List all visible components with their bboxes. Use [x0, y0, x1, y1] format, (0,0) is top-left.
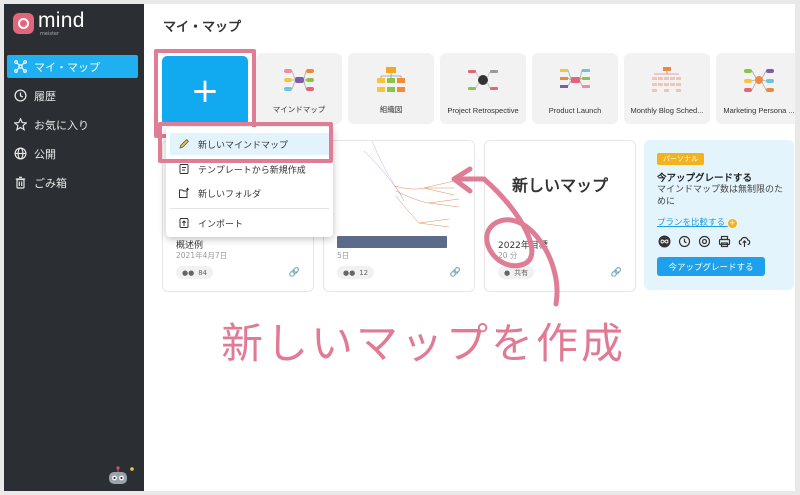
compare-plans-link[interactable]: プランを比較する +: [657, 216, 737, 228]
sidebar-item-label: マイ・マップ: [34, 60, 100, 74]
sidebar: mind meister マイ・マップ 履歴 お気に入り 公開 ごみ箱: [4, 4, 144, 491]
template-mindmap[interactable]: マインドマップ: [256, 53, 342, 124]
annotation-arrow-icon: [451, 166, 560, 307]
link-icon[interactable]: 🔗: [289, 268, 300, 278]
menu-item-label: 新しいフォルダ: [198, 189, 262, 200]
globe-icon: [13, 147, 27, 161]
clock-icon: [13, 89, 27, 103]
menu-item-new-folder[interactable]: 新しいフォルダ: [170, 182, 329, 204]
template-product-launch[interactable]: Product Launch: [532, 53, 618, 124]
template-label: Product Launch: [548, 106, 602, 115]
annotation-caption: 新しいマップを作成: [221, 319, 627, 368]
sidebar-item-history[interactable]: 履歴: [7, 84, 138, 107]
import-icon: [178, 217, 190, 229]
infinity-icon: [657, 234, 671, 248]
highlight-new-mindmap-item: [158, 122, 333, 163]
collaborators-badge: ●● 84: [176, 266, 214, 279]
sidebar-item-favorites[interactable]: お気に入り: [7, 113, 138, 136]
sidebar-item-label: ごみ箱: [34, 176, 67, 190]
collaborators-badge: ●● 12: [337, 266, 375, 279]
product-launch-icon: [560, 69, 590, 88]
marketing-persona-icon: [744, 69, 774, 92]
feature-icons: [657, 234, 751, 248]
mindmap-icon: [13, 60, 27, 74]
template-icon: [178, 163, 190, 175]
template-marketing-persona[interactable]: Marketing Persona ...: [716, 53, 795, 124]
sidebar-item-trash[interactable]: ごみ箱: [7, 171, 138, 194]
upgrade-button[interactable]: 今アップグレードする: [657, 257, 765, 276]
folder-plus-icon: [178, 187, 190, 199]
org-chart-icon: [377, 67, 405, 92]
plus-circle-icon: +: [727, 219, 737, 228]
sidebar-nav: マイ・マップ 履歴 お気に入り 公開 ごみ箱: [4, 55, 144, 200]
robot-mascot-icon[interactable]: [105, 466, 134, 484]
menu-item-import[interactable]: インポート: [170, 212, 329, 234]
sidebar-item-my-maps[interactable]: マイ・マップ: [7, 55, 138, 78]
brand-name: mind: [38, 9, 85, 32]
people-icon: ●●: [182, 268, 195, 277]
support-icon: [697, 234, 711, 248]
link-icon[interactable]: 🔗: [611, 268, 622, 278]
map-date: 5日: [337, 251, 350, 260]
badge-count: 12: [359, 268, 369, 277]
star-icon: [13, 118, 27, 132]
plan-badge: パーソナル: [657, 153, 704, 165]
page-title: マイ・マップ: [163, 20, 242, 35]
template-monthly-blog-schedule[interactable]: Monthly Blog Sched...: [624, 53, 710, 124]
sidebar-item-label: 公開: [34, 147, 56, 161]
template-project-retrospective[interactable]: Project Retrospective: [440, 53, 526, 124]
template-label: Project Retrospective: [447, 106, 519, 115]
template-label: Marketing Persona ...: [723, 106, 795, 115]
map-title-redacted: [337, 236, 447, 248]
compare-plans-label: プランを比較する: [657, 218, 726, 228]
mindmap-template-icon: [284, 69, 314, 91]
map-date: 2021年4月7日: [176, 251, 228, 260]
mindmeister-logo-icon: [13, 13, 34, 34]
menu-item-label: テンプレートから新規作成: [198, 165, 306, 176]
template-label: 組織図: [379, 105, 403, 114]
menu-divider: [170, 208, 329, 209]
history-icon: [677, 234, 691, 248]
menu-item-label: インポート: [198, 219, 244, 230]
upgrade-promo-card: パーソナル 今アップグレードする マインドマップ数は無制限のために プランを比較…: [644, 140, 794, 290]
main-content: マイ・マップ + マインドマップ 組織図 Project Retrospecti…: [144, 4, 795, 491]
template-label: マインドマップ: [272, 105, 326, 114]
template-label: Monthly Blog Sched...: [630, 106, 704, 115]
template-org-chart[interactable]: 組織図: [348, 53, 434, 124]
sidebar-item-public[interactable]: 公開: [7, 142, 138, 165]
sidebar-item-label: 履歴: [34, 89, 56, 103]
print-icon: [717, 234, 731, 248]
people-icon: ●●: [343, 268, 356, 277]
brand-sub: meister: [40, 31, 60, 37]
sidebar-item-label: お気に入り: [34, 118, 89, 132]
trash-icon: [13, 176, 27, 190]
badge-count: 84: [198, 268, 208, 277]
app-window: mind meister マイ・マップ 履歴 お気に入り 公開 ごみ箱 マイ・マ…: [4, 4, 795, 491]
promo-title: 今アップグレードする: [657, 173, 753, 184]
retrospective-icon: [468, 70, 498, 90]
cloud-upload-icon: [737, 234, 751, 248]
promo-description: マインドマップ数は無制限のために: [657, 185, 784, 207]
blog-schedule-icon: [652, 67, 681, 92]
